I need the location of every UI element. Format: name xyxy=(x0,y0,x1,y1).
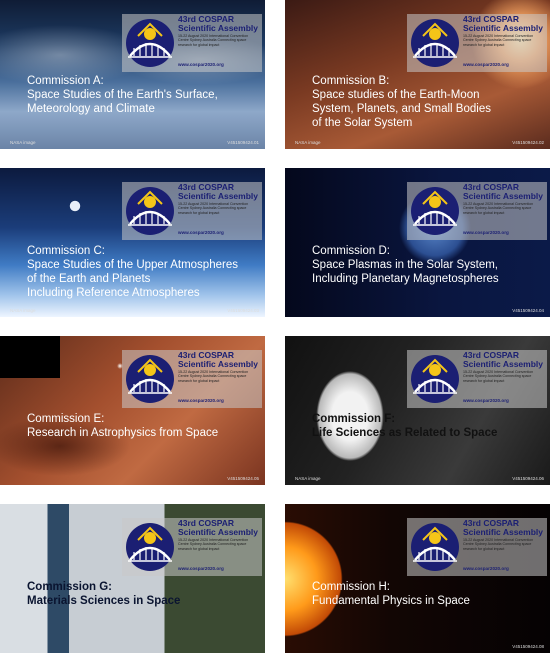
cospar-logo: 43rd COSPAR Scientific Assembly 15-22 Au… xyxy=(122,182,262,240)
caption-line-3: Including Planetary Magnetospheres xyxy=(312,273,499,285)
image-credit: NASA image xyxy=(10,308,36,313)
logo-subtitle: 15-22 August 2020 International Conventi… xyxy=(178,202,249,215)
commission-caption: Commission G: Materials Sciences in Spac… xyxy=(27,580,259,608)
logo-url: www.cospar2020.org xyxy=(463,566,509,571)
cospar-logo: 43rd COSPAR Scientific Assembly 15-22 Au… xyxy=(407,350,547,408)
commission-card-7: 43rd COSPAR Scientific Assembly 15-22 Au… xyxy=(285,504,550,653)
slide-code: V451509424.06 xyxy=(512,476,544,481)
caption-line-1: Commission F: xyxy=(312,413,396,425)
logo-subtitle: 15-22 August 2020 International Conventi… xyxy=(178,34,249,47)
logo-title-line2: Scientific Assembly xyxy=(178,23,258,33)
logo-title-line2: Scientific Assembly xyxy=(463,527,543,537)
caption-line-1: Commission G: xyxy=(27,581,112,593)
logo-url: www.cospar2020.org xyxy=(463,62,509,67)
caption-line-1: Commission A: xyxy=(27,75,104,87)
logo-url: www.cospar2020.org xyxy=(178,62,224,67)
logo-subtitle: 15-22 August 2020 International Conventi… xyxy=(463,202,534,215)
opera-house-emblem-icon xyxy=(126,19,174,67)
logo-url: www.cospar2020.org xyxy=(178,230,224,235)
caption-line-3: Meteorology and Climate xyxy=(27,103,155,115)
caption-line-1: Commission B: xyxy=(312,75,390,87)
commission-caption: Commission A: Space Studies of the Earth… xyxy=(27,74,259,116)
caption-line-4: Including Reference Atmospheres xyxy=(27,287,200,299)
cospar-logo: 43rd COSPAR Scientific Assembly 15-22 Au… xyxy=(407,182,547,240)
cospar-logo: 43rd COSPAR Scientific Assembly 15-22 Au… xyxy=(122,350,262,408)
caption-line-2: Space studies of the Earth-Moon xyxy=(312,89,480,101)
logo-subtitle: 15-22 August 2020 International Conventi… xyxy=(463,34,534,47)
logo-title-line2: Scientific Assembly xyxy=(178,359,258,369)
commission-card-6: 43rd COSPAR Scientific Assembly 15-22 Au… xyxy=(0,504,265,653)
commission-card-2: 43rd COSPAR Scientific Assembly 15-22 Au… xyxy=(0,168,265,317)
commission-caption: Commission B: Space studies of the Earth… xyxy=(312,74,544,130)
caption-line-2: Space Studies of the Upper Atmospheres xyxy=(27,259,238,271)
caption-line-2: Research in Astrophysics from Space xyxy=(27,427,219,439)
opera-house-emblem-icon xyxy=(411,523,459,571)
slide-code: V451509424.04 xyxy=(512,308,544,313)
commission-card-1: 43rd COSPAR Scientific Assembly 15-22 Au… xyxy=(285,0,550,149)
commission-caption: Commission H: Fundamental Physics in Spa… xyxy=(312,580,544,608)
logo-title-line2: Scientific Assembly xyxy=(463,23,543,33)
caption-line-1: Commission D: xyxy=(312,245,390,257)
logo-subtitle: 15-22 August 2020 International Conventi… xyxy=(178,370,249,383)
caption-line-2: Life Sciences as Related to Space xyxy=(312,427,498,439)
logo-subtitle: 15-22 August 2020 International Conventi… xyxy=(463,538,534,551)
commission-caption: Commission E: Research in Astrophysics f… xyxy=(27,412,259,440)
commission-card-4: 43rd COSPAR Scientific Assembly 15-22 Au… xyxy=(0,336,265,485)
opera-house-emblem-icon xyxy=(126,523,174,571)
logo-url: www.cospar2020.org xyxy=(463,230,509,235)
caption-line-2: Space Plasmas in the Solar System, xyxy=(312,259,498,271)
logo-url: www.cospar2020.org xyxy=(178,566,224,571)
slide-code: V451509424.02 xyxy=(512,140,544,145)
commission-card-0: 43rd COSPAR Scientific Assembly 15-22 Au… xyxy=(0,0,265,149)
caption-line-3: System, Planets, and Small Bodies xyxy=(312,103,491,115)
commission-caption: Commission D: Space Plasmas in the Solar… xyxy=(312,244,544,286)
slide-code: V451509424.01 xyxy=(227,140,259,145)
commission-caption: Commission C: Space Studies of the Upper… xyxy=(27,244,259,300)
logo-title-line2: Scientific Assembly xyxy=(178,191,258,201)
image-credit: NASA image xyxy=(10,140,36,145)
caption-line-1: Commission E: xyxy=(27,413,105,425)
opera-house-emblem-icon xyxy=(411,187,459,235)
logo-title-line2: Scientific Assembly xyxy=(463,359,543,369)
logo-title-line2: Scientific Assembly xyxy=(178,527,258,537)
opera-house-emblem-icon xyxy=(411,355,459,403)
opera-house-emblem-icon xyxy=(411,19,459,67)
caption-line-1: Commission H: xyxy=(312,581,390,593)
caption-line-2: Fundamental Physics in Space xyxy=(312,595,470,607)
logo-subtitle: 15-22 August 2020 International Conventi… xyxy=(178,538,249,551)
cospar-logo: 43rd COSPAR Scientific Assembly 15-22 Au… xyxy=(407,14,547,72)
logo-url: www.cospar2020.org xyxy=(178,398,224,403)
caption-line-2: Materials Sciences in Space xyxy=(27,595,181,607)
slide-code: V451509424.08 xyxy=(512,644,544,649)
caption-line-2: Space Studies of the Earth's Surface, xyxy=(27,89,218,101)
opera-house-emblem-icon xyxy=(126,355,174,403)
commission-card-5: 43rd COSPAR Scientific Assembly 15-22 Au… xyxy=(285,336,550,485)
cospar-logo: 43rd COSPAR Scientific Assembly 15-22 Au… xyxy=(122,518,262,576)
caption-line-4: of the Solar System xyxy=(312,117,413,129)
image-credit: NASA image xyxy=(295,476,321,481)
cospar-logo: 43rd COSPAR Scientific Assembly 15-22 Au… xyxy=(407,518,547,576)
commission-caption: Commission F: Life Sciences as Related t… xyxy=(312,412,544,440)
opera-house-emblem-icon xyxy=(126,187,174,235)
image-credit: NASA image xyxy=(295,140,321,145)
logo-subtitle: 15-22 August 2020 International Conventi… xyxy=(463,370,534,383)
cospar-logo: 43rd COSPAR Scientific Assembly 15-22 Au… xyxy=(122,14,262,72)
logo-title-line2: Scientific Assembly xyxy=(463,191,543,201)
commission-card-3: 43rd COSPAR Scientific Assembly 15-22 Au… xyxy=(285,168,550,317)
logo-url: www.cospar2020.org xyxy=(463,398,509,403)
slide-code: V451509424.03 xyxy=(227,308,259,313)
slide-code: V451509424.05 xyxy=(227,476,259,481)
caption-line-1: Commission C: xyxy=(27,245,105,257)
caption-line-3: of the Earth and Planets xyxy=(27,273,151,285)
